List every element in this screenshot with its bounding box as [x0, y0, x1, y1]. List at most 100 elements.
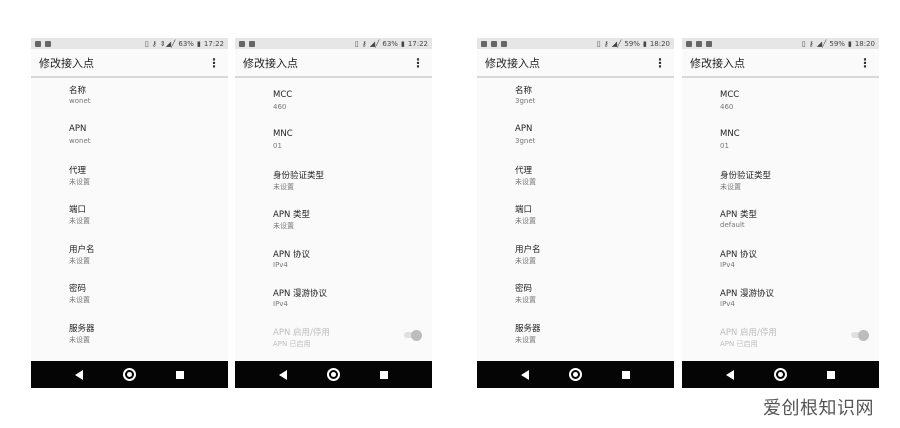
home-icon[interactable] [327, 368, 340, 381]
page-title: 修改接入点 [690, 56, 745, 70]
setting-value: 未设置 [515, 217, 536, 225]
setting-server[interactable]: 服务器 未设置 [31, 322, 228, 358]
toggle-knob [411, 329, 422, 341]
home-icon[interactable] [569, 368, 582, 381]
setting-value: 460 [273, 103, 287, 111]
overflow-menu-icon[interactable]: ⋮ [654, 57, 666, 69]
setting-value: APN 已启用 [273, 340, 311, 348]
setting-apn[interactable]: APN wonet [31, 124, 228, 160]
vibrate-icon: ▯ [596, 39, 601, 48]
setting-label: 用户名 [515, 245, 541, 255]
apn-settings-list: MCC 460 MNC 01 身份验证类型 未设置 APN 类型 default APN… [682, 78, 879, 348]
back-icon[interactable] [279, 369, 287, 380]
apn-enable-toggle[interactable] [404, 329, 422, 341]
setting-label: 端口 [515, 205, 533, 215]
setting-label: 用户名 [69, 245, 95, 255]
vpn-key-icon: ⚷ [603, 39, 609, 48]
recents-icon[interactable] [176, 370, 184, 379]
clock: 17:22 [407, 39, 428, 48]
setting-label: 端口 [69, 205, 87, 215]
setting-apn-roaming-protocol[interactable]: APN 漫游协议 IPv4 [682, 287, 879, 323]
setting-mnc[interactable]: MNC 01 [235, 129, 432, 165]
setting-username[interactable]: 用户名 未设置 [477, 243, 674, 279]
image-notification-icon [491, 40, 497, 47]
setting-mcc[interactable]: MCC 460 [235, 90, 432, 126]
app-bar: 修改接入点 ⋮ [31, 49, 228, 78]
setting-username[interactable]: 用户名 未设置 [31, 243, 228, 279]
setting-apn-enable[interactable]: APN 启用/停用 APN 已启用 [682, 326, 879, 362]
setting-value: 未设置 [273, 222, 294, 230]
apn-settings-list: 名称 3gnet APN 3gnet 代理 未设置 端口 未设置 用户名 未设置 密码 未设… [477, 78, 674, 347]
setting-apn-protocol[interactable]: APN 协议 IPv4 [235, 248, 432, 284]
setting-label: APN 协议 [273, 250, 311, 260]
signal-icon: ◢╱ [369, 39, 380, 48]
setting-auth-type[interactable]: 身份验证类型 未设置 [235, 169, 432, 205]
setting-value: 未设置 [69, 257, 90, 265]
setting-auth-type[interactable]: 身份验证类型 未设置 [682, 169, 879, 205]
setting-port[interactable]: 端口 未设置 [31, 203, 228, 239]
status-bar: ▯ ⚷ ◢╱ 63% ▮ 17:22 [235, 38, 432, 49]
setting-password[interactable]: 密码 未设置 [31, 282, 228, 318]
home-icon[interactable] [123, 368, 136, 381]
setting-apn[interactable]: APN 3gnet [477, 124, 674, 160]
setting-apn-enable[interactable]: APN 启用/停用 APN 已启用 [235, 326, 432, 362]
back-icon[interactable] [726, 369, 734, 380]
setting-server[interactable]: 服务器 未设置 [477, 322, 674, 358]
setting-proxy[interactable]: 代理 未设置 [31, 164, 228, 200]
setting-port[interactable]: 端口 未设置 [477, 203, 674, 239]
phone-screen-1: ▯ ⚷ ⇕◢╱ 63% ▮ 17:22 修改接入点 ⋮ 名称 wonet APN w… [31, 38, 228, 388]
setting-value: IPv4 [720, 300, 735, 308]
setting-value: 01 [720, 142, 729, 150]
vpn-key-icon: ⚷ [361, 39, 367, 48]
setting-label: APN 启用/停用 [720, 328, 777, 338]
setting-value: 未设置 [720, 183, 741, 191]
setting-apn-type[interactable]: APN 类型 default [682, 208, 879, 244]
overflow-menu-icon[interactable]: ⋮ [412, 57, 424, 69]
setting-value: 3gnet [515, 137, 536, 145]
battery-percent: 63% [178, 39, 194, 48]
recents-icon[interactable] [827, 370, 835, 379]
setting-value: 01 [273, 142, 282, 150]
setting-proxy[interactable]: 代理 未设置 [477, 164, 674, 200]
clock: 18:20 [854, 39, 875, 48]
setting-value: IPv4 [273, 261, 288, 269]
setting-name[interactable]: 名称 3gnet [477, 84, 674, 120]
back-icon[interactable] [75, 369, 83, 380]
phone-screen-3: ▯ ⚷ ◢╱ 59% ▮ 18:20 修改接入点 ⋮ 名称 3gnet APN 3g… [477, 38, 674, 388]
back-icon[interactable] [521, 369, 529, 380]
setting-mcc[interactable]: MCC 460 [682, 90, 879, 126]
setting-value: APN 已启用 [720, 340, 758, 348]
setting-apn-type[interactable]: APN 类型 未设置 [235, 208, 432, 244]
setting-value: IPv4 [720, 261, 735, 269]
setting-label: 密码 [69, 284, 87, 294]
overflow-menu-icon[interactable]: ⋮ [859, 57, 871, 69]
setting-apn-protocol[interactable]: APN 协议 IPv4 [682, 248, 879, 284]
image-notification-icon [35, 40, 41, 47]
home-icon[interactable] [774, 368, 787, 381]
notification-icons [239, 40, 255, 47]
setting-value: 3gnet [515, 97, 536, 105]
setting-label: APN 启用/停用 [273, 328, 330, 338]
status-bar: ▯ ⚷ ⇕◢╱ 63% ▮ 17:22 [31, 38, 228, 49]
page-title: 修改接入点 [485, 56, 540, 70]
android-notification-icon [501, 40, 507, 47]
android-notification-icon [706, 40, 712, 47]
setting-value: 未设置 [69, 296, 90, 304]
setting-label: 名称 [515, 86, 533, 96]
vibrate-icon: ▯ [144, 39, 149, 48]
navigation-bar [477, 361, 674, 388]
vpn-key-icon: ⚷ [808, 39, 814, 48]
setting-mnc[interactable]: MNC 01 [682, 129, 879, 165]
setting-label: MCC [720, 90, 740, 100]
vpn-key-icon: ⚷ [151, 39, 157, 48]
apn-enable-toggle[interactable] [851, 329, 869, 341]
app-bar: 修改接入点 ⋮ [682, 49, 879, 78]
recents-icon[interactable] [380, 370, 388, 379]
overflow-menu-icon[interactable]: ⋮ [208, 57, 220, 69]
setting-label: 服务器 [69, 324, 95, 334]
setting-apn-roaming-protocol[interactable]: APN 漫游协议 IPv4 [235, 287, 432, 323]
recents-icon[interactable] [622, 370, 630, 379]
setting-password[interactable]: 密码 未设置 [477, 282, 674, 318]
setting-label: APN [69, 124, 87, 134]
setting-name[interactable]: 名称 wonet [31, 84, 228, 120]
